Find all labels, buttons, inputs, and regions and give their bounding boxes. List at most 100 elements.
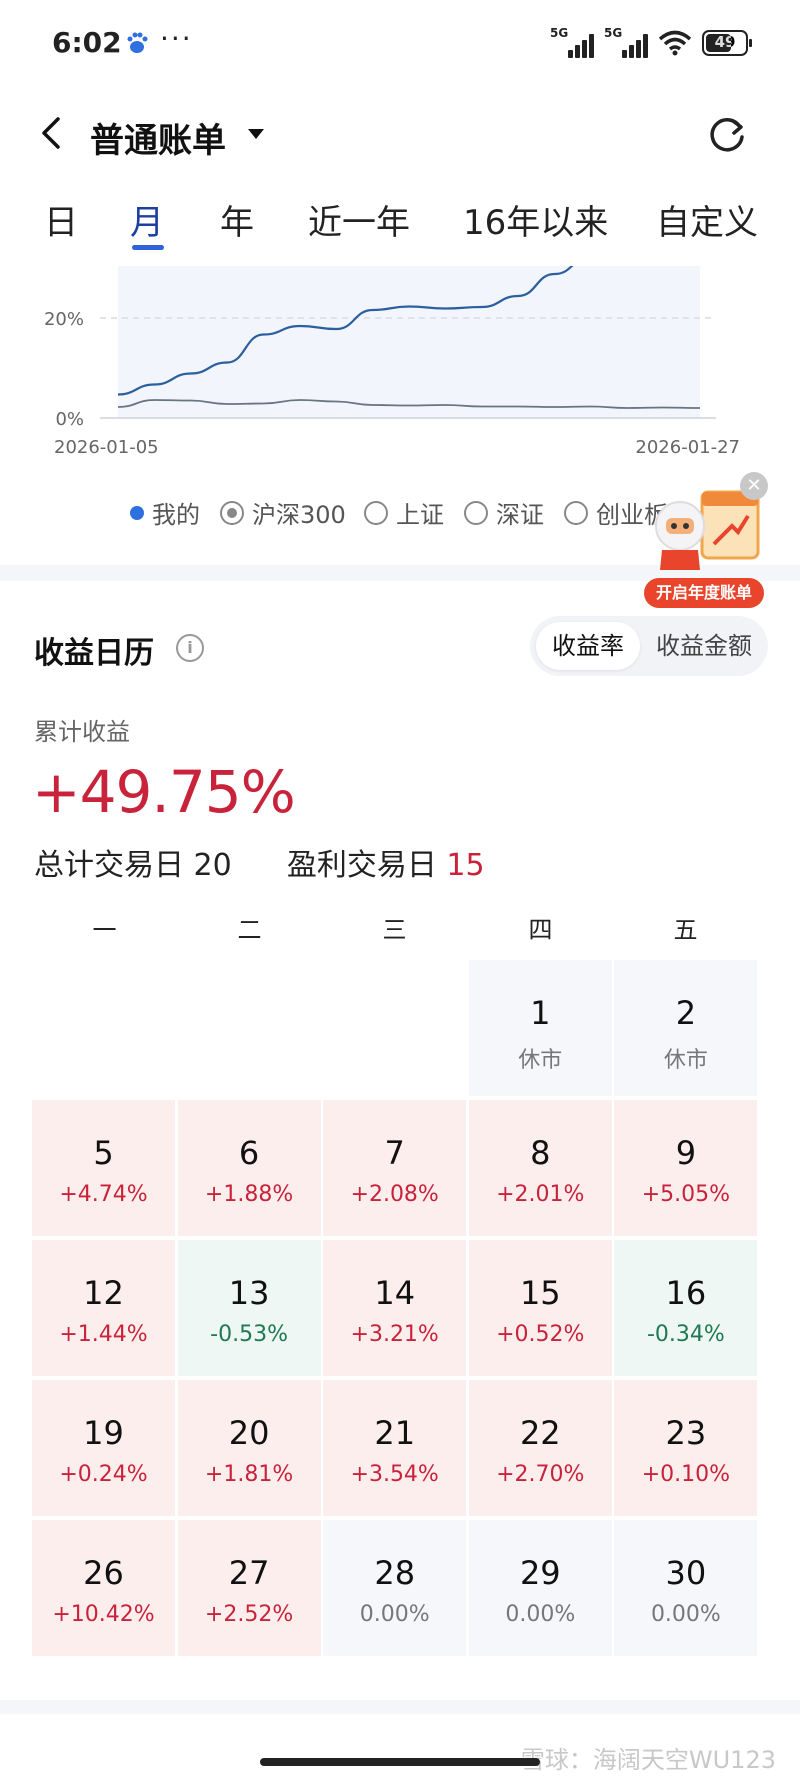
day-number: 6: [238, 1134, 260, 1172]
calendar-day-cell[interactable]: 14 +3.21%: [323, 1240, 467, 1376]
day-number: 21: [374, 1414, 416, 1452]
day-number: 15: [519, 1274, 561, 1312]
weekday-label: 二: [237, 916, 262, 944]
signal-5g-icon: 5G: [550, 26, 594, 58]
legend-label: 深证: [496, 501, 544, 529]
day-return: 0.00%: [505, 1602, 576, 1627]
calendar-day-cell[interactable]: 12 +1.44%: [32, 1240, 175, 1376]
day-number: 27: [228, 1554, 270, 1592]
day-return: +1.81%: [204, 1462, 294, 1487]
calendar-day-cell[interactable]: 28 0.00%: [323, 1520, 467, 1656]
radio-icon: [364, 500, 388, 525]
legend-item-shenzhen[interactable]: 深证: [464, 495, 544, 530]
toggle-amount[interactable]: 收益金额: [646, 622, 762, 670]
open-annual-bill-button[interactable]: 开启年度账单: [644, 578, 764, 608]
day-number: 26: [83, 1554, 124, 1592]
calendar-day-cell[interactable]: 7 +2.08%: [323, 1100, 467, 1236]
toggle-rate[interactable]: 收益率: [536, 622, 640, 670]
day-number: 20: [228, 1414, 270, 1452]
calendar-day-cell[interactable]: 6 +1.88%: [177, 1100, 321, 1236]
weekday-header: 一 二 三 四 五: [32, 910, 760, 950]
weekday-label: 一: [92, 916, 117, 944]
calendar-day-cell[interactable]: 2 休市: [614, 960, 758, 1096]
status-bar: 6:02 ··· 5G 5G 49: [0, 0, 800, 90]
weekday-label: 五: [673, 916, 698, 944]
watermark: 雪球：海阔天空WU123: [520, 1746, 776, 1774]
page-title[interactable]: 普通账单: [90, 113, 226, 162]
more-notifications-icon: ···: [160, 22, 193, 55]
refresh-icon[interactable]: [706, 115, 748, 157]
cumulative-value: +49.75%: [32, 758, 296, 826]
tab-last-year[interactable]: 近一年: [308, 195, 410, 244]
close-icon[interactable]: ✕: [740, 472, 768, 500]
calendar-day-cell[interactable]: 30 0.00%: [614, 1520, 758, 1656]
day-return: -0.34%: [646, 1322, 725, 1347]
day-return: -0.53%: [210, 1322, 288, 1347]
legend-item-mine[interactable]: 我的: [130, 495, 200, 530]
day-number: 7: [384, 1134, 405, 1172]
day-return: +0.10%: [641, 1462, 731, 1487]
day-number: 16: [665, 1274, 707, 1312]
calendar-day-cell[interactable]: 5 +4.74%: [32, 1100, 175, 1236]
calendar-day-cell[interactable]: 29 0.00%: [468, 1520, 612, 1656]
chart-svg: 0% 20% 2026-01-05 2026-01-27: [44, 266, 740, 458]
day-number: 2: [675, 994, 697, 1032]
tab-since-16[interactable]: 16年以来: [463, 195, 608, 244]
info-icon[interactable]: i: [176, 634, 204, 662]
calendar-day-cell[interactable]: 20 +1.81%: [177, 1380, 321, 1516]
day-number: 23: [665, 1414, 707, 1452]
day-return: +3.54%: [350, 1462, 439, 1487]
tab-day[interactable]: 日: [44, 195, 78, 244]
baidu-paw-icon: [127, 32, 148, 53]
day-return: +10.42%: [52, 1602, 155, 1627]
calendar-day-cell[interactable]: 21 +3.54%: [323, 1380, 467, 1516]
total-days-value: 20: [193, 848, 232, 883]
legend-item-shanghai[interactable]: 上证: [364, 495, 444, 530]
x-tick-label: 2026-01-27: [635, 437, 740, 458]
calendar-day-cell[interactable]: 8 +2.01%: [468, 1100, 612, 1236]
calendar-day-cell[interactable]: 19 +0.24%: [32, 1380, 175, 1516]
tab-custom[interactable]: 自定义: [656, 195, 758, 244]
calendar-day-cell[interactable]: 1 休市: [468, 960, 612, 1096]
calendar-day-cell[interactable]: 27 +2.52%: [177, 1520, 321, 1656]
performance-chart: 0% 20% 2026-01-05 2026-01-27: [0, 262, 800, 472]
calendar-day-cell[interactable]: 15 +0.52%: [468, 1240, 612, 1376]
status-time: 6:02: [52, 26, 122, 59]
calendar-day-cell[interactable]: 26 +10.42%: [32, 1520, 175, 1656]
day-return: +1.44%: [59, 1322, 148, 1347]
legend-item-hs300[interactable]: 沪深300: [220, 495, 346, 530]
weekday-label: 三: [382, 916, 407, 944]
calendar-day-cell[interactable]: 23 +0.10%: [614, 1380, 758, 1516]
legend-label: 我的: [152, 501, 200, 529]
section-title: 收益日历: [34, 636, 154, 671]
home-indicator[interactable]: [260, 1758, 540, 1766]
day-return: +3.21%: [350, 1322, 439, 1347]
day-number: 28: [374, 1554, 416, 1592]
chevron-down-icon[interactable]: [248, 129, 264, 139]
tab-month[interactable]: 月: [130, 195, 164, 244]
day-return: 休市: [518, 1048, 563, 1073]
trading-day-stats: 总计交易日 20 盈利交易日 15: [34, 840, 485, 884]
radio-icon: [564, 500, 588, 525]
day-return: +2.08%: [350, 1182, 439, 1207]
day-return: +1.88%: [204, 1182, 294, 1207]
day-number: 29: [519, 1554, 561, 1592]
calendar-day-cell[interactable]: 16 -0.34%: [614, 1240, 758, 1376]
day-return: +2.70%: [496, 1462, 585, 1487]
day-return: +2.01%: [496, 1182, 585, 1207]
back-icon[interactable]: [36, 113, 66, 153]
total-days-label: 总计交易日: [34, 848, 184, 883]
radio-checked-icon: [220, 500, 244, 525]
wifi-icon: [658, 30, 692, 56]
battery-icon: 49: [702, 30, 752, 56]
calendar-day-cell[interactable]: 13 -0.53%: [177, 1240, 321, 1376]
day-return: +0.24%: [59, 1462, 148, 1487]
calendar-day-cell[interactable]: 22 +2.70%: [468, 1380, 612, 1516]
calendar-day-cell[interactable]: 9 +5.05%: [614, 1100, 758, 1236]
day-number: 12: [83, 1274, 124, 1312]
signal-5g-icon-2: 5G: [604, 26, 648, 58]
tab-year[interactable]: 年: [220, 195, 254, 244]
day-number: 30: [665, 1554, 707, 1592]
day-return: +5.05%: [641, 1182, 731, 1207]
day-number: 9: [675, 1134, 697, 1172]
